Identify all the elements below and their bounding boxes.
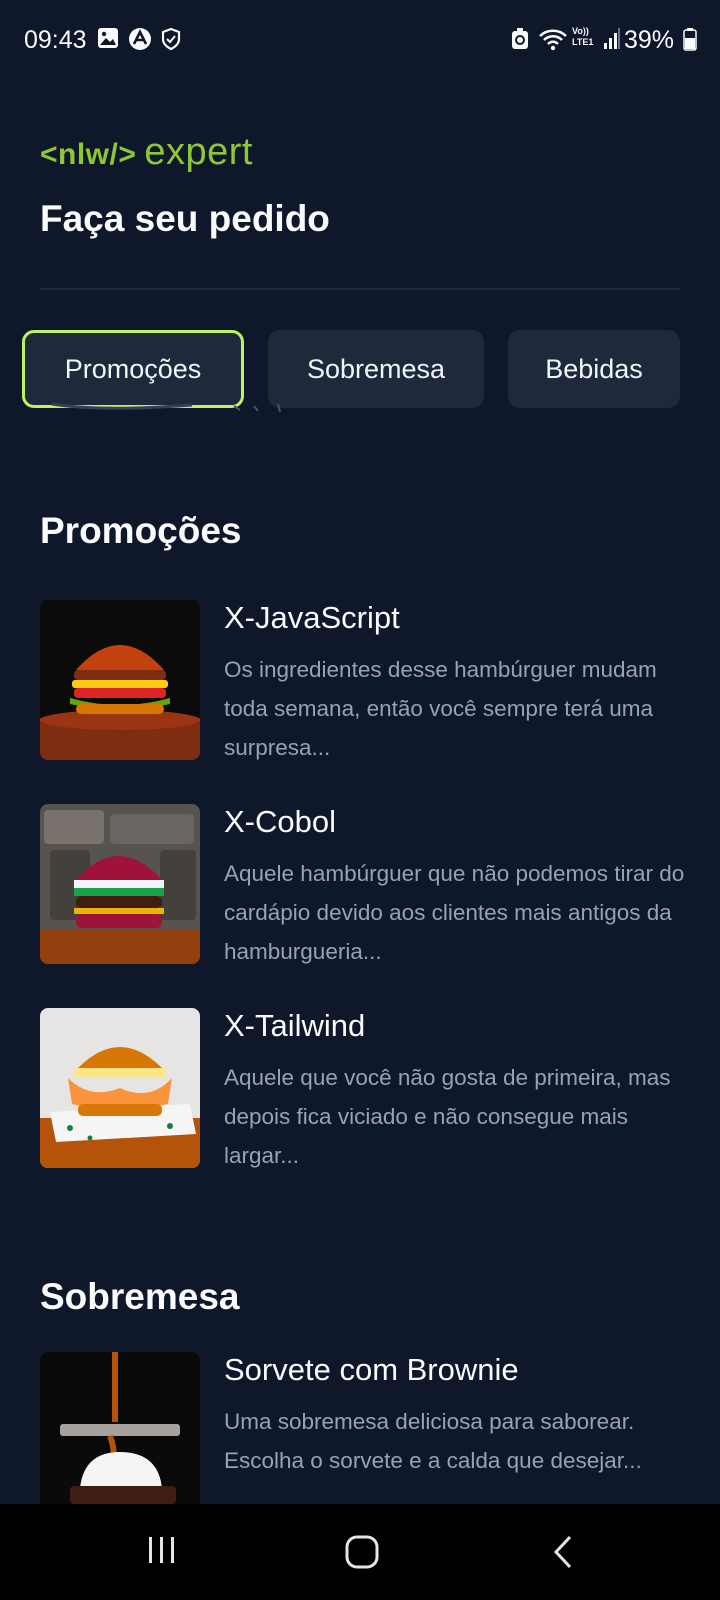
- tab-label: Promoções: [64, 353, 202, 384]
- volte-icon: Vo)) LTE1: [572, 26, 594, 47]
- product-description: Aquele hambúrguer que não podemos tirar …: [224, 861, 685, 964]
- product-description: Os ingredientes desse hambúrguer mudam t…: [224, 657, 657, 760]
- system-navigation-bar: [0, 1504, 720, 1600]
- burger-image: [40, 804, 200, 964]
- battery-icon: [683, 28, 697, 51]
- burger-image: [40, 1008, 200, 1168]
- product-name: X-JavaScript: [224, 600, 400, 635]
- product-name: X-Cobol: [224, 804, 336, 839]
- recycle-icon: [512, 28, 528, 49]
- recent-apps-icon[interactable]: [146, 1534, 178, 1566]
- wifi-icon: [539, 29, 567, 51]
- tab-sobremesa[interactable]: Sobremesa: [268, 330, 484, 408]
- product-item-x-javascript[interactable]: X-JavaScript Os ingredientes desse hambú…: [40, 600, 690, 760]
- section-title-sobremesa: Sobremesa: [40, 1276, 240, 1317]
- section-title-promocoes: Promoções: [40, 510, 242, 551]
- logo-expert-text: expert: [144, 131, 253, 173]
- back-icon[interactable]: [550, 1534, 576, 1570]
- product-name: X-Tailwind: [224, 1008, 366, 1043]
- gallery-icon: [98, 28, 118, 48]
- app-icon: [129, 28, 151, 50]
- page-title: Faça seu pedido: [40, 198, 330, 239]
- product-description: Aquele que você não gosta de primeira, m…: [224, 1065, 671, 1168]
- status-bar: 09:43 Vo)) LTE1 39%: [0, 0, 720, 84]
- product-name: Sorvete com Brownie: [224, 1352, 519, 1387]
- product-item-sorvete-com-brownie[interactable]: Sorvete com Brownie Uma sobremesa delici…: [40, 1352, 690, 1504]
- battery-level: 39%: [623, 26, 674, 54]
- signal-icon: [604, 28, 620, 49]
- tab-bebidas[interactable]: Bebidas: [508, 330, 680, 408]
- home-icon[interactable]: [344, 1534, 380, 1570]
- category-tabs: Promoções Sobremesa Bebidas: [22, 330, 720, 410]
- product-description: Uma sobremesa deliciosa para saborear. E…: [224, 1409, 642, 1473]
- shield-icon: [161, 27, 181, 51]
- product-item-x-cobol[interactable]: X-Cobol Aquele hambúrguer que não podemo…: [40, 804, 690, 964]
- product-item-x-tailwind[interactable]: X-Tailwind Aquele que você não gosta de …: [40, 1008, 690, 1168]
- tab-label: Bebidas: [545, 353, 643, 384]
- tab-label: Sobremesa: [306, 353, 446, 384]
- burger-image: [40, 600, 200, 760]
- dessert-image: [40, 1352, 200, 1504]
- logo-nlw-text: <nlw/>: [40, 138, 137, 171]
- nlw-expert-logo: <nlw/> expert: [40, 128, 253, 176]
- header-divider: [40, 288, 680, 290]
- tab-promocoes[interactable]: Promoções: [22, 330, 244, 408]
- status-time: 09:43: [24, 26, 87, 54]
- tabs-scroll-remnant: [51, 402, 281, 413]
